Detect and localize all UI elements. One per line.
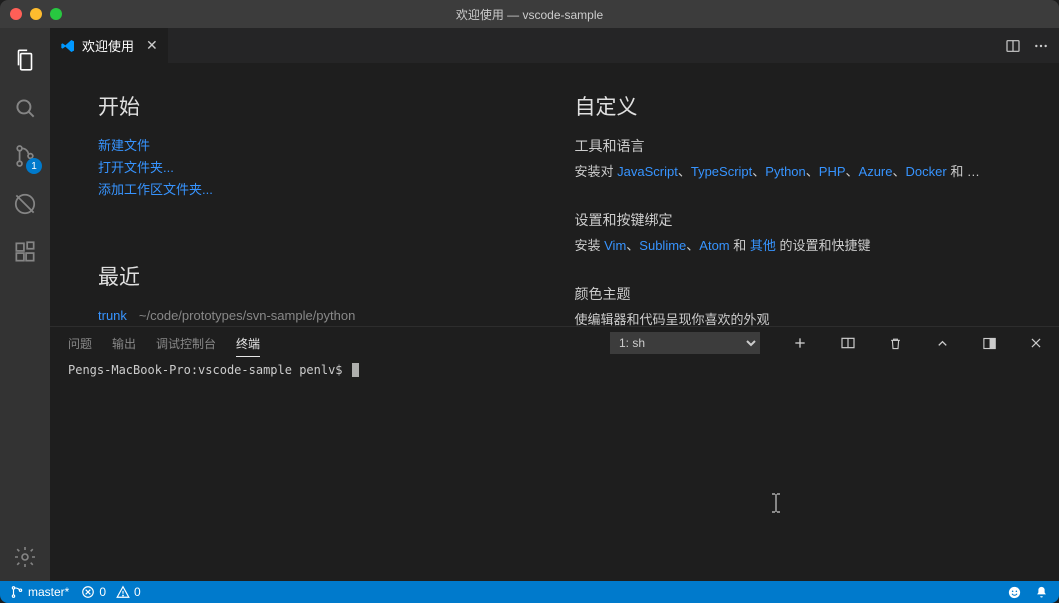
text-caret-icon xyxy=(770,493,782,513)
bell-icon[interactable] xyxy=(1034,585,1049,600)
window-minimize-dot[interactable] xyxy=(30,8,42,20)
tab-label: 欢迎使用 xyxy=(82,36,134,55)
tools-link[interactable]: TypeScript xyxy=(691,164,752,179)
keymap-link[interactable]: Vim xyxy=(604,238,626,253)
keymap-subhead: 设置和按键绑定 xyxy=(575,209,1012,231)
activity-bar: 1 xyxy=(0,28,50,581)
panel-tab-problems[interactable]: 问题 xyxy=(68,335,92,352)
window-zoom-dot[interactable] xyxy=(50,8,62,20)
recent-path: ~/code/prototypes/svn-sample/python xyxy=(139,308,355,323)
tools-link[interactable]: PHP xyxy=(819,164,846,179)
problems-status[interactable]: 0 0 xyxy=(81,585,140,599)
tab-welcome[interactable]: 欢迎使用 ✕ xyxy=(50,28,168,63)
new-terminal-icon[interactable] xyxy=(792,335,808,351)
panel-layout-icon[interactable] xyxy=(982,336,997,351)
tools-line: 安装对 JavaScript、TypeScript、Python、PHP、Azu… xyxy=(575,161,1012,183)
source-control-icon[interactable]: 1 xyxy=(0,132,50,180)
open-folder-link[interactable]: 打开文件夹... xyxy=(98,160,174,175)
theme-subhead: 颜色主题 xyxy=(575,283,1012,305)
start-heading: 开始 xyxy=(98,91,535,121)
kill-terminal-icon[interactable] xyxy=(888,336,903,351)
settings-gear-icon[interactable] xyxy=(0,533,50,581)
panel-tab-debug[interactable]: 调试控制台 xyxy=(156,335,216,352)
keymap-link[interactable]: Sublime xyxy=(639,238,686,253)
window-title: 欢迎使用 — vscode-sample xyxy=(0,6,1059,23)
status-bar: master* 0 0 xyxy=(0,581,1059,603)
recent-name[interactable]: trunk xyxy=(98,308,127,323)
terminal-selector[interactable]: 1: sh xyxy=(610,332,760,354)
close-tab-icon[interactable]: ✕ xyxy=(146,37,158,54)
welcome-page: 开始 新建文件 打开文件夹... 添加工作区文件夹... 最近 trunk ~/c… xyxy=(50,63,1059,326)
feedback-icon[interactable] xyxy=(1007,585,1022,600)
tools-subhead: 工具和语言 xyxy=(575,135,1012,157)
add-workspace-link[interactable]: 添加工作区文件夹... xyxy=(98,182,213,197)
close-panel-icon[interactable] xyxy=(1029,336,1043,350)
scm-badge: 1 xyxy=(26,158,42,174)
new-file-link[interactable]: 新建文件 xyxy=(98,138,150,153)
search-icon[interactable] xyxy=(0,84,50,132)
window-close-dot[interactable] xyxy=(10,8,22,20)
split-terminal-icon[interactable] xyxy=(840,335,856,351)
panel: 问题 输出 调试控制台 终端 1: sh xyxy=(50,326,1059,581)
split-editor-icon[interactable] xyxy=(1005,38,1021,54)
tools-link[interactable]: JavaScript xyxy=(617,164,678,179)
panel-up-icon[interactable] xyxy=(935,336,950,351)
editor-tab-bar: 欢迎使用 ✕ xyxy=(50,28,1059,63)
terminal-prompt: Pengs-MacBook-Pro:vscode-sample penlv$ xyxy=(68,363,350,377)
keymap-other-link[interactable]: 其他 xyxy=(750,238,776,253)
tools-link[interactable]: Python xyxy=(765,164,805,179)
recent-heading: 最近 xyxy=(98,261,535,291)
customize-heading: 自定义 xyxy=(575,91,1012,121)
recent-item[interactable]: trunk ~/code/prototypes/svn-sample/python xyxy=(98,305,535,326)
terminal-body[interactable]: Pengs-MacBook-Pro:vscode-sample penlv$ xyxy=(50,359,1059,581)
theme-line: 使编辑器和代码呈现你喜欢的外观 xyxy=(575,309,1012,326)
extensions-icon[interactable] xyxy=(0,228,50,276)
more-actions-icon[interactable] xyxy=(1033,38,1049,54)
panel-tab-output[interactable]: 输出 xyxy=(112,335,136,352)
keymap-link[interactable]: Atom xyxy=(699,238,729,253)
explorer-icon[interactable] xyxy=(0,36,50,84)
title-bar: 欢迎使用 — vscode-sample xyxy=(0,0,1059,28)
branch-status[interactable]: master* xyxy=(10,585,69,599)
tools-link[interactable]: Azure xyxy=(859,164,893,179)
terminal-cursor xyxy=(352,363,359,377)
vscode-icon xyxy=(60,38,76,54)
panel-tab-terminal[interactable]: 终端 xyxy=(236,335,260,357)
tools-link[interactable]: Docker xyxy=(906,164,947,179)
debug-icon[interactable] xyxy=(0,180,50,228)
keymap-line: 安装 Vim、Sublime、Atom 和 其他 的设置和快捷键 xyxy=(575,235,1012,257)
